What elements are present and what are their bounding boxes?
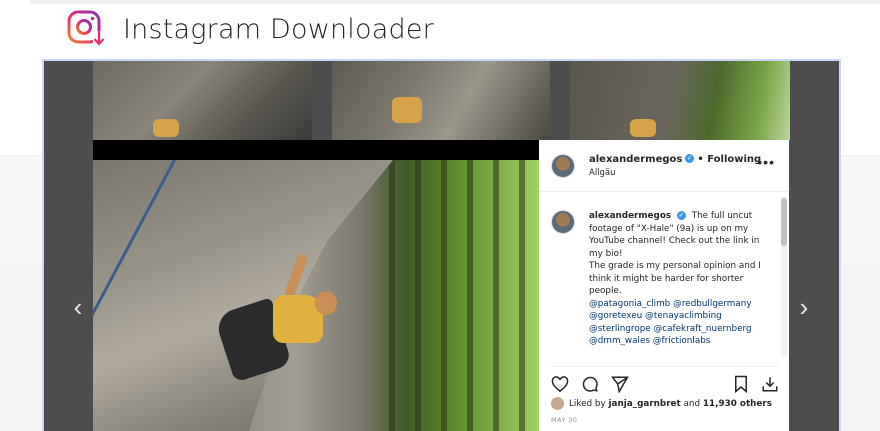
caption-line-2: The grade is my personal opinion and I t… — [589, 261, 761, 296]
instagram-download-icon[interactable] — [66, 9, 106, 49]
scrollbar-thumb[interactable] — [781, 198, 787, 246]
like-heart-icon[interactable] — [551, 375, 569, 393]
letterbox-bar — [93, 140, 539, 160]
post-photo[interactable] — [93, 160, 539, 431]
app-header: Instagram Downloader — [66, 8, 434, 50]
climber-figure — [213, 252, 337, 395]
caption-username[interactable]: alexandermegos — [589, 211, 671, 221]
post-date: MAY 30 — [551, 416, 578, 424]
post-location[interactable]: Allgäu — [589, 168, 761, 178]
thumbnail-1[interactable] — [93, 61, 312, 140]
bookmark-icon[interactable] — [733, 375, 749, 393]
caption-text: alexandermegos ✓ The full uncut footage … — [589, 210, 769, 348]
chevron-left-icon[interactable]: ‹ — [66, 287, 90, 327]
more-options-icon[interactable]: ••• — [757, 154, 775, 170]
thumbnail-climber — [392, 97, 422, 123]
verified-badge-icon: ✓ — [685, 154, 695, 163]
avatar[interactable] — [551, 153, 575, 178]
forest-background — [389, 160, 539, 431]
comment-icon[interactable] — [581, 375, 599, 393]
action-bar — [551, 366, 779, 395]
thumbnail-climber — [153, 119, 179, 137]
likes-user[interactable]: janja_garnbret — [609, 399, 681, 409]
share-icon[interactable] — [611, 375, 629, 393]
avatar[interactable] — [551, 210, 575, 234]
chevron-right-icon[interactable]: › — [792, 287, 816, 327]
thumbnail-climber — [630, 119, 656, 137]
comments-scrollbar[interactable] — [781, 196, 787, 356]
post-panel: alexandermegos ✓ • Following Allgäu ••• al… — [539, 140, 789, 431]
post-header: alexandermegos ✓ • Following Allgäu ••• — [539, 140, 789, 192]
post-username[interactable]: alexandermegos — [589, 154, 682, 165]
caption-tags[interactable]: @patagonia_climb @redbullgermany @gorete… — [589, 299, 752, 347]
avatar[interactable] — [551, 397, 564, 410]
likes-count[interactable]: 11,930 others — [703, 399, 772, 409]
likes-line: Liked by janja_garnbret and 11,930 other… — [551, 397, 772, 410]
thumbnail-3[interactable] — [570, 61, 790, 140]
caption-section: alexandermegos ✓ The full uncut footage … — [539, 200, 789, 358]
likes-prefix: Liked by — [569, 398, 606, 409]
app-title: Instagram Downloader — [123, 13, 434, 45]
download-icon[interactable] — [761, 375, 779, 393]
follow-status[interactable]: • Following — [697, 154, 761, 165]
likes-and: and — [683, 398, 701, 409]
verified-badge-icon: ✓ — [676, 211, 686, 220]
thumbnail-2[interactable] — [332, 61, 550, 140]
image-viewer: alexandermegos ✓ • Following Allgäu ••• al… — [44, 61, 839, 431]
top-strip — [30, 0, 880, 4]
